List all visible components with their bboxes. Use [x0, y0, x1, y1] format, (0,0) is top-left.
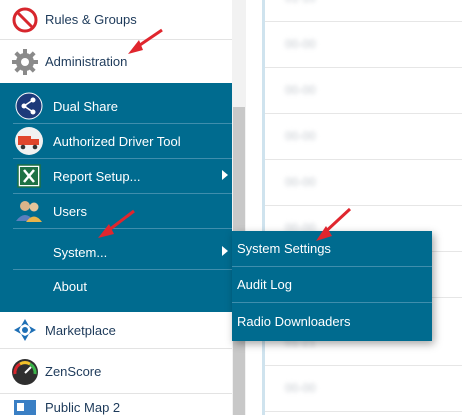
- annotation-arrow-icon: [128, 28, 163, 54]
- annotation-overlay: [98, 28, 352, 241]
- annotation-arrow-icon: [98, 209, 135, 238]
- annotation-arrow-icon: [316, 207, 352, 241]
